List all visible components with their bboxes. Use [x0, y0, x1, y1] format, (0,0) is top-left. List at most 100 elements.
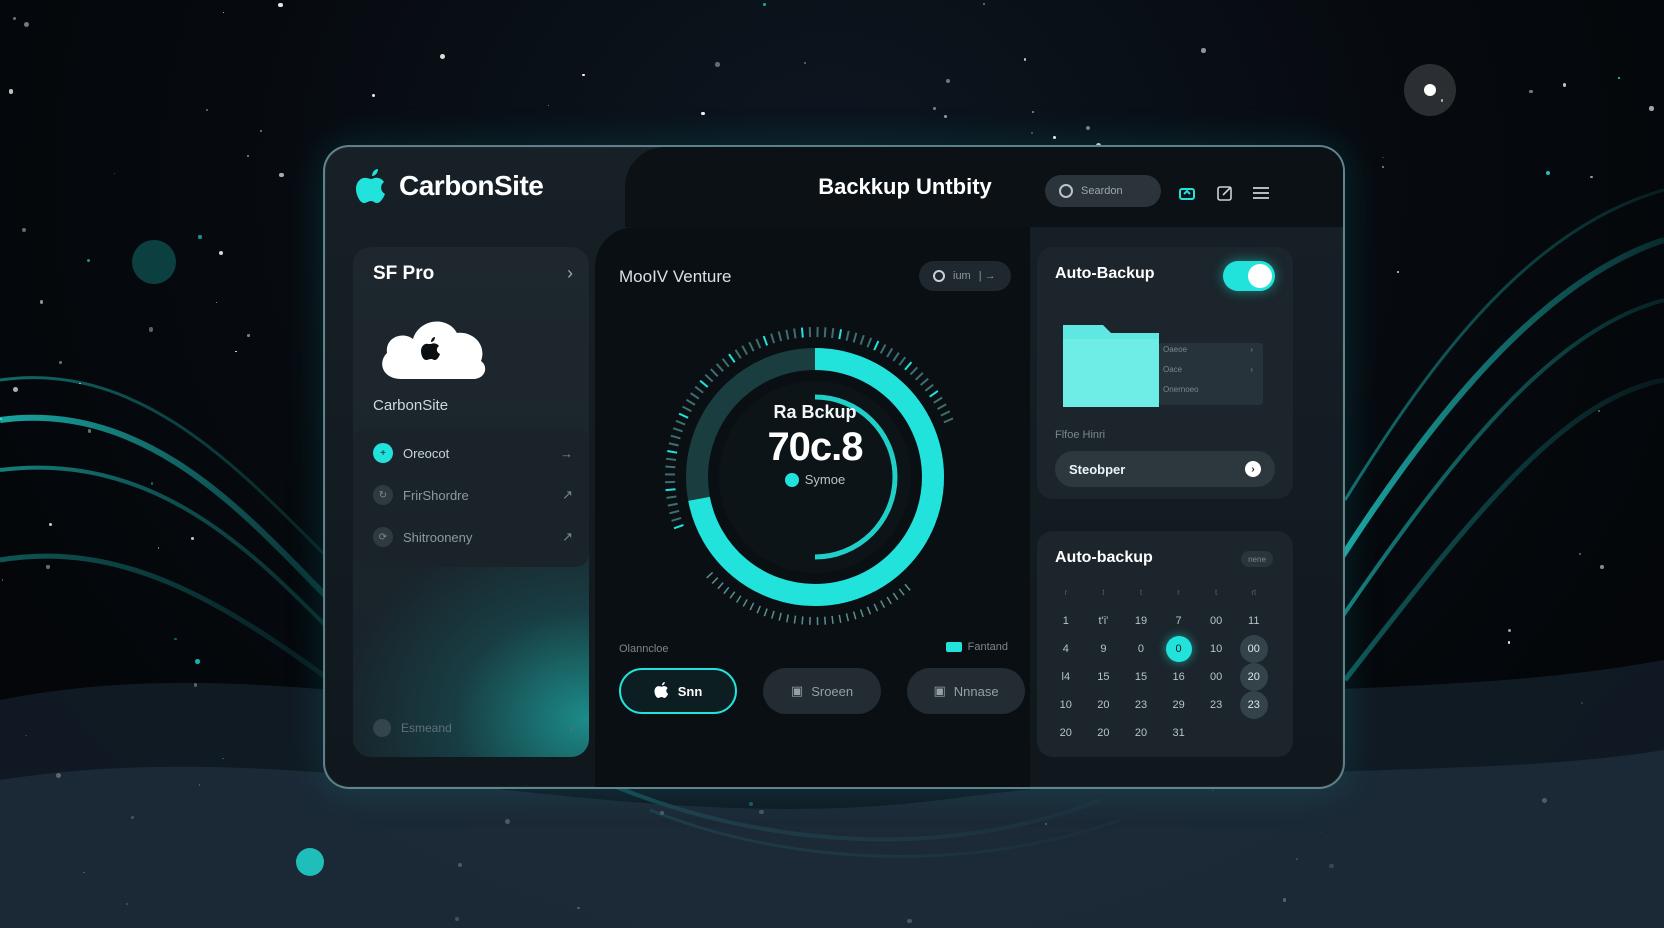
gauge-tick — [909, 366, 919, 376]
calendar-day[interactable]: 20 — [1235, 663, 1273, 691]
calendar-day[interactable]: 00 — [1197, 663, 1235, 691]
gauge-tick — [763, 608, 768, 617]
gauge-tick — [721, 358, 730, 368]
gauge-label: Ra Bckup — [773, 402, 857, 422]
calendar-day[interactable]: 0 — [1160, 635, 1198, 663]
calendar-week: l4 15 15 16 00 20 — [1047, 663, 1283, 691]
secondary-button[interactable]: ▣ Sroeen — [763, 668, 881, 714]
search-input[interactable]: Seardon — [1045, 175, 1161, 207]
cloud-sync-icon[interactable] — [1177, 183, 1197, 203]
calendar-day[interactable]: 15 — [1122, 663, 1160, 691]
calendar-day[interactable]: 1 — [1047, 607, 1085, 635]
calendar-day[interactable]: 20 — [1085, 719, 1123, 747]
app-title: Backkup Untbity — [818, 174, 992, 199]
gauge-tick — [873, 340, 880, 351]
auto-backup-title: Auto-Backup — [1055, 265, 1155, 282]
legend-swatch — [945, 642, 962, 652]
sidebar: SF Pro › CarbonSite + Oreocot → ↻ FrirSh… — [353, 247, 589, 757]
calendar-day[interactable]: 23 — [1197, 691, 1235, 719]
sidebar-list: + Oreocot → ↻ FrirShordre ↗ ⟳ Shitroonen… — [353, 427, 589, 567]
calendar-day[interactable]: 00 — [1197, 607, 1235, 635]
sidebar-item-frirshordre[interactable]: ↻ FrirShordre ↗ — [373, 481, 573, 509]
calendar-day[interactable]: t'i' — [1085, 607, 1123, 635]
calendar-day[interactable]: 4 — [1047, 635, 1085, 663]
gauge-tick — [667, 502, 678, 507]
gauge-tick — [823, 327, 827, 338]
sidebar-item-label: Esmeand — [401, 721, 452, 735]
calendar-day[interactable]: 11 — [1235, 607, 1273, 635]
toggle-knob — [1248, 264, 1272, 288]
gauge-tick — [748, 341, 755, 352]
calendar-title: Auto-backup — [1055, 549, 1153, 566]
gauge-tick — [924, 383, 934, 392]
weekday-label: t — [1102, 588, 1105, 597]
sidebar-item-oreocot[interactable]: + Oreocot → — [373, 439, 573, 467]
gauge-tick — [786, 614, 790, 623]
calendar-day[interactable]: 0 — [1122, 635, 1160, 663]
calendar-day[interactable]: 20 — [1047, 719, 1085, 747]
weekday-label: rt — [1251, 588, 1257, 597]
calendar-week: 10 20 23 29 23 23 — [1047, 691, 1283, 719]
calendar-day[interactable]: 23 — [1122, 691, 1160, 719]
sidebar-header[interactable]: SF Pro — [373, 263, 434, 285]
gauge-tick — [729, 591, 736, 599]
calendar-day[interactable]: 19 — [1122, 607, 1160, 635]
calendar-day[interactable]: 23 — [1235, 691, 1273, 719]
calendar-day[interactable]: 29 — [1160, 691, 1198, 719]
calendar-day[interactable]: 00 — [1235, 635, 1273, 663]
destination-select[interactable]: Steobper › — [1055, 451, 1275, 487]
gauge-tick — [706, 571, 714, 579]
sidebar-item-shitrooneny[interactable]: ⟳ Shitrooneny ↗ — [373, 523, 573, 551]
pill-control[interactable]: ium | → — [919, 261, 1011, 291]
calendar-day[interactable]: 20 — [1122, 719, 1160, 747]
gauge-tick — [690, 392, 700, 400]
gauge-tick — [915, 372, 924, 381]
calendar-day — [1235, 719, 1273, 747]
calendar-day[interactable]: 9 — [1085, 635, 1123, 663]
gauge-tick — [838, 329, 843, 340]
auto-backup-toggle[interactable] — [1223, 261, 1275, 291]
gauge-tick — [741, 345, 749, 356]
gauge-tick — [904, 361, 913, 371]
calendar-day[interactable]: 10 — [1047, 691, 1085, 719]
gauge-status: Symoe — [665, 472, 965, 487]
calendar-day[interactable]: 7 — [1160, 607, 1198, 635]
gauge-tick — [838, 614, 842, 623]
calendar-day[interactable]: 10 — [1197, 635, 1235, 663]
search-placeholder: Seardon — [1081, 185, 1123, 197]
gauge-tick — [742, 599, 748, 607]
gauge-tick — [859, 334, 865, 345]
gauge-tick — [673, 523, 684, 530]
drive-icon: ▣ — [933, 683, 946, 698]
folder-icon — [1063, 325, 1263, 407]
sidebar-item-esmeand[interactable]: Esmeand › — [373, 719, 573, 737]
arrow-right-icon: | → — [978, 270, 996, 282]
calendar-week: 1 t'i' 19 7 00 11 — [1047, 607, 1283, 635]
gauge-tick — [755, 338, 762, 349]
title-bar: CarbonSite Backkup Untbity Seardon — [325, 147, 1343, 227]
folder-row-2[interactable]: Oace › — [1163, 365, 1263, 374]
gauge-tick — [699, 379, 709, 388]
calendar-day[interactable]: l4 — [1047, 663, 1085, 691]
calendar-day[interactable]: 16 — [1160, 663, 1198, 691]
arrow-icon: ↗ — [562, 487, 573, 502]
gauge-tick — [771, 610, 775, 619]
folder-row-1[interactable]: Oaeoe › — [1163, 345, 1263, 354]
calendar-day[interactable]: 31 — [1160, 719, 1198, 747]
calendar-week: 20 20 20 31 — [1047, 719, 1283, 747]
gauge-tick — [831, 615, 834, 624]
circle-icon — [933, 270, 945, 282]
primary-button[interactable]: Snn — [619, 668, 737, 714]
chevron-right-icon[interactable]: › — [567, 263, 573, 284]
gauge-tick — [762, 335, 769, 346]
edit-icon[interactable] — [1215, 183, 1235, 203]
secondary-button[interactable]: ▣ Nnnase — [907, 668, 1025, 714]
calendar-day[interactable]: 15 — [1085, 663, 1123, 691]
calendar-day[interactable]: 20 — [1085, 691, 1123, 719]
sidebar-item-label: FrirShordre — [403, 487, 469, 503]
menu-icon[interactable] — [1251, 183, 1271, 203]
gauge-tick — [717, 582, 724, 590]
gauge-tick — [873, 603, 879, 612]
calendar-chip[interactable]: nene — [1241, 551, 1273, 567]
folder-row-3[interactable]: Onernoeo — [1163, 385, 1263, 394]
